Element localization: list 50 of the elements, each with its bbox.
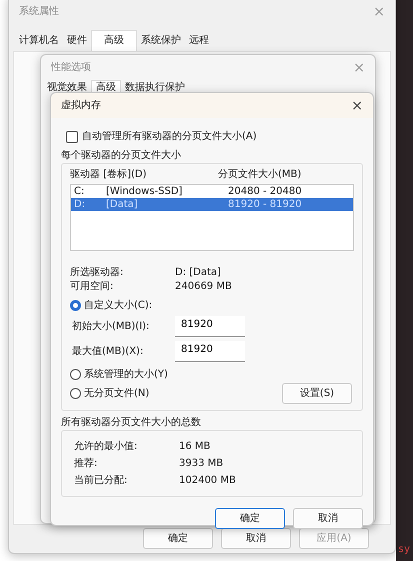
field-label: 最大值(MB)(X):: [72, 344, 144, 359]
total-value: 102400 MB: [179, 474, 236, 488]
total-label: 当前已分配:: [74, 474, 128, 488]
total-value: 3933 MB: [179, 457, 224, 471]
radio-button[interactable]: [70, 388, 81, 399]
column-header: 驱动器 [卷标](D): [70, 168, 148, 182]
dialog-button[interactable]: 确定: [143, 528, 213, 549]
radio-label: 系统管理的大小(Y): [84, 368, 168, 382]
volume-label: [Data]: [106, 198, 139, 212]
tab[interactable]: 计算机名: [15, 30, 63, 51]
radio-label: 无分页文件(N): [84, 386, 150, 401]
drive-letter: C:: [74, 185, 86, 199]
tab[interactable]: 视觉效果: [43, 80, 91, 95]
checkbox[interactable]: [66, 130, 78, 142]
input-field[interactable]: 81920: [175, 341, 245, 362]
total-value: 16 MB: [179, 440, 210, 454]
info-value: 240669 MB: [175, 280, 232, 293]
total-label: 允许的最小值:: [74, 440, 138, 454]
volume-label: [Windows-SSD]: [106, 185, 184, 199]
size-range: 81920 - 81920: [228, 198, 302, 212]
window-title: 虚拟内存: [61, 98, 101, 113]
radio-button[interactable]: [70, 369, 81, 380]
size-range: 20480 - 20480: [228, 185, 302, 199]
field-label: 初始大小(MB)(I):: [72, 320, 150, 334]
window-title: 性能选项: [51, 60, 91, 75]
radio-button[interactable]: [70, 300, 81, 311]
list-row[interactable]: C: [Windows-SSD] 20480 - 20480: [71, 185, 353, 198]
tab[interactable]: 远程: [185, 30, 213, 51]
group-label: 所有驱动器分页文件大小的总数: [61, 416, 202, 430]
total-label: 推荐:: [74, 456, 98, 471]
info-label: 可用空间:: [70, 280, 114, 293]
window-title: 系统属性: [19, 4, 59, 19]
tab[interactable]: 系统保护: [137, 30, 185, 51]
group-label: 每个驱动器的分页文件大小: [61, 148, 182, 163]
dialog-button[interactable]: 取消: [221, 528, 291, 549]
dialog-button[interactable]: 确定: [215, 508, 285, 529]
tab[interactable]: 硬件: [63, 30, 91, 51]
info-label: 所选驱动器:: [70, 266, 124, 279]
dialog-button[interactable]: 取消: [293, 508, 363, 529]
info-value: D: [Data]: [175, 266, 221, 279]
radio-label: 自定义大小(C):: [84, 298, 152, 313]
background-text: sy: [398, 543, 410, 557]
close-button[interactable]: ×: [351, 98, 363, 112]
column-header: 分页文件大小(MB): [218, 168, 302, 182]
drive-letter: D:: [74, 198, 86, 212]
set-button[interactable]: 设置(S): [282, 383, 352, 404]
checkbox-label: 自动管理所有驱动器的分页文件大小(A): [82, 130, 257, 144]
tab[interactable]: 数据执行保护: [121, 80, 189, 95]
input-field[interactable]: 81920: [175, 316, 245, 337]
tab[interactable]: 高级: [91, 30, 137, 51]
